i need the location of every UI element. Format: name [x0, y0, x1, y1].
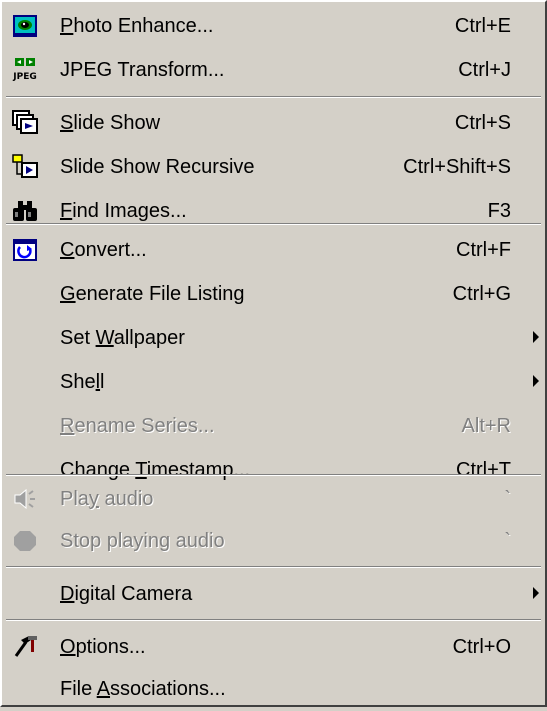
- menu-separator: [6, 566, 541, 568]
- menu-item-label: Stop playing audio: [60, 530, 225, 552]
- menu-item-shortcut: Ctrl+S: [454, 112, 511, 134]
- menu-separator: [6, 223, 541, 225]
- context-menu: Photo Enhance... Ctrl+E JPEG JPEG Transf…: [0, 0, 547, 707]
- menu-item-play-audio: Play audio `: [2, 477, 545, 521]
- menu-item-label: Rename Series...: [60, 415, 215, 437]
- menu-item-label: Set Wallpaper: [60, 327, 185, 349]
- convert-icon: [12, 237, 38, 263]
- photo-enhance-icon: [12, 13, 38, 39]
- menu-separator: [6, 619, 541, 621]
- binoculars-icon: [12, 198, 38, 224]
- menu-item-label: Shell: [60, 371, 105, 393]
- menu-item-label: Digital Camera: [60, 583, 193, 605]
- menu-item-photo-enhance[interactable]: Photo Enhance... Ctrl+E: [2, 4, 545, 48]
- menu-item-shell[interactable]: Shell: [2, 360, 545, 404]
- menu-item-slide-show[interactable]: Slide Show Ctrl+S: [2, 101, 545, 145]
- menu-item-label: Slide Show Recursive: [60, 156, 255, 178]
- submenu-arrow-icon: [533, 331, 539, 343]
- menu-separator: [6, 474, 541, 476]
- menu-item-generate-file-listing[interactable]: Generate File Listing Ctrl+G: [2, 272, 545, 316]
- menu-item-label: JPEG Transform...: [60, 59, 225, 81]
- stop-icon: [12, 528, 38, 554]
- jpeg-transform-icon: JPEG: [12, 57, 38, 83]
- menu-item-label: Options...: [60, 636, 146, 658]
- menu-item-label: Convert...: [60, 239, 147, 261]
- menu-item-stop-playing-audio: Stop playing audio `: [2, 519, 545, 563]
- menu-item-shortcut: Ctrl+Shift+S: [403, 156, 511, 178]
- menu-item-shortcut: Alt+R: [461, 415, 511, 437]
- submenu-arrow-icon: [533, 587, 539, 599]
- menu-item-label: Photo Enhance...: [60, 15, 214, 37]
- menu-separator: [6, 96, 541, 98]
- tools-icon: [12, 634, 38, 660]
- menu-item-shortcut: Ctrl+O: [452, 636, 511, 658]
- menu-item-shortcut: Ctrl+F: [456, 239, 511, 261]
- menu-item-convert[interactable]: Convert... Ctrl+F: [2, 228, 545, 272]
- slide-show-recursive-icon: [12, 154, 38, 180]
- menu-item-shortcut: F3: [487, 200, 511, 222]
- menu-item-digital-camera[interactable]: Digital Camera: [2, 572, 545, 616]
- menu-item-shortcut: `: [504, 530, 511, 552]
- menu-item-shortcut: Ctrl+J: [458, 59, 511, 81]
- menu-item-label: File Associations...: [60, 678, 226, 700]
- menu-item-rename-series: Rename Series... Alt+R: [2, 404, 545, 448]
- menu-item-shortcut: Ctrl+E: [454, 15, 511, 37]
- speaker-icon: [12, 486, 38, 512]
- menu-item-label: Find Images...: [60, 200, 187, 222]
- menu-item-options[interactable]: Options... Ctrl+O: [2, 625, 545, 669]
- menu-item-file-associations[interactable]: File Associations...: [2, 667, 545, 711]
- menu-item-shortcut: Ctrl+G: [452, 283, 511, 305]
- menu-item-shortcut: `: [504, 488, 511, 510]
- menu-item-label: Play audio: [60, 488, 154, 510]
- menu-item-label: Slide Show: [60, 112, 161, 134]
- submenu-arrow-icon: [533, 375, 539, 387]
- jpeg-icon-text: JPEG: [12, 72, 36, 82]
- slide-show-icon: [12, 110, 38, 136]
- menu-item-jpeg-transform[interactable]: JPEG JPEG Transform... Ctrl+J: [2, 48, 545, 92]
- menu-item-set-wallpaper[interactable]: Set Wallpaper: [2, 316, 545, 360]
- menu-item-label: Generate File Listing: [60, 283, 245, 305]
- menu-item-slide-show-recursive[interactable]: Slide Show Recursive Ctrl+Shift+S: [2, 145, 545, 189]
- menu-item-find-images[interactable]: Find Images... F3: [2, 189, 545, 233]
